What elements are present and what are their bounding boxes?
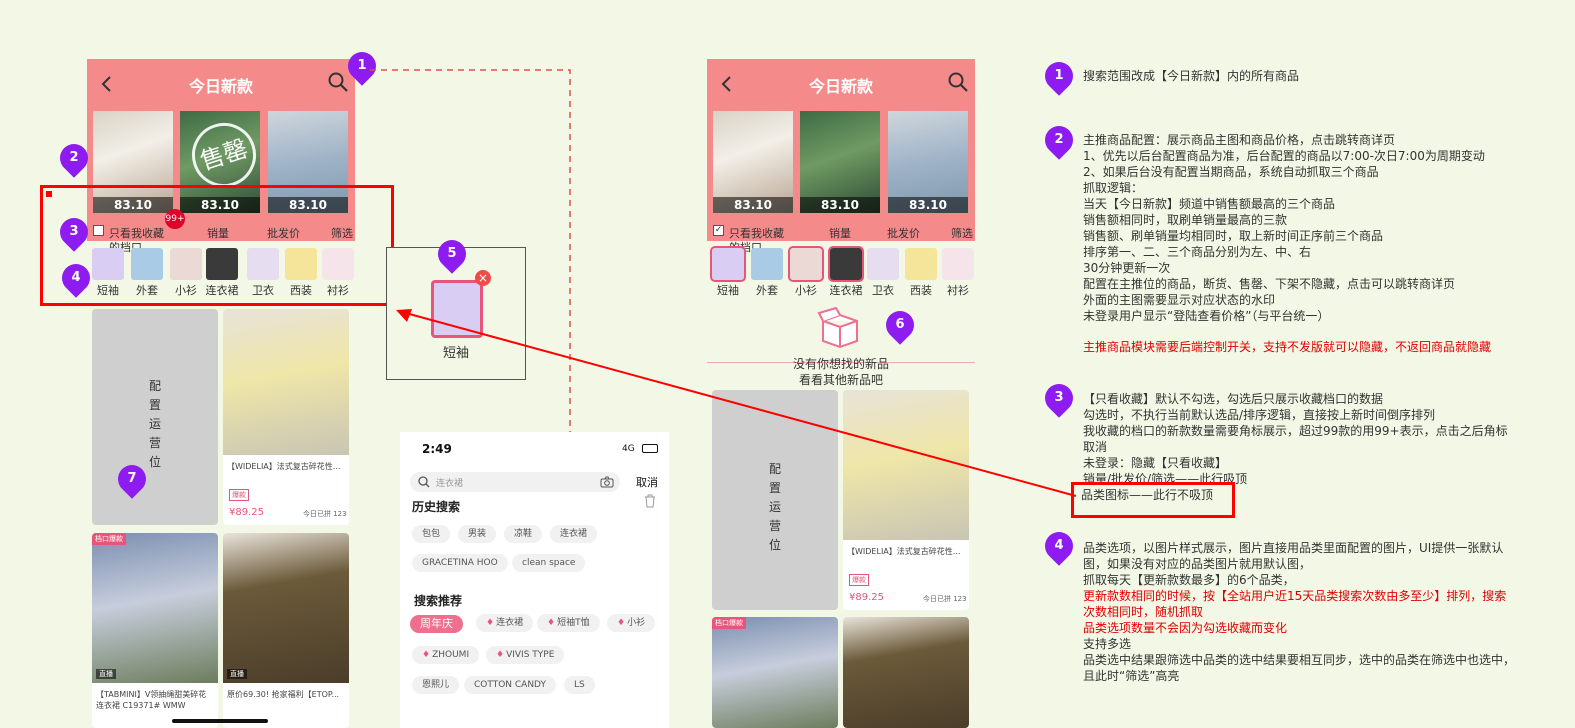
fire-icon: ♦ (547, 618, 556, 628)
product-price: ¥89.25 (229, 507, 264, 518)
page-title: 今日新款 (188, 77, 253, 96)
recommend-chip[interactable]: COTTON CANDY (464, 676, 556, 694)
hero-price: 83.10 (888, 197, 968, 213)
annotation-arrow (396, 309, 1077, 497)
product-card[interactable]: 档口爆款 (712, 617, 838, 728)
promo-label: 配置运营位 (148, 379, 161, 469)
recommend-chip[interactable]: 恩熙儿 (412, 676, 460, 694)
search-icon[interactable] (947, 71, 969, 93)
note-4-red: 更新款数相同的时候，按【全站用户近15天品类搜索次数由多至少】排列，搜索 次数相… (1083, 589, 1507, 635)
history-chip[interactable]: GRACETINA HOO (412, 554, 508, 572)
home-indicator (172, 719, 268, 723)
product-card[interactable]: 档口爆款 直播 【TABMINI】V领抽绳甜美碎花连衣裙 C19371# WMW (92, 533, 218, 728)
product-title: 【TABMINI】V领抽绳甜美碎花连衣裙 C19371# WMW (96, 690, 207, 710)
note-4b: 支持多选 品类选中结果跟筛选中品类的选中结果要相互同步，选中的品类在筛选中也选中… (1083, 637, 1516, 683)
page-title: 今日新款 (808, 77, 873, 96)
live-badge: 直播 (96, 669, 116, 679)
category-item-selected[interactable]: 连衣裙 (828, 246, 864, 300)
remove-icon[interactable]: × (475, 270, 491, 286)
annotation-highlight-box (40, 185, 394, 306)
category-item-selected[interactable]: 小衫 (788, 246, 824, 300)
sort-price[interactable]: 批发价 (887, 225, 920, 241)
history-chip[interactable]: 包包 (412, 525, 451, 543)
product-tag: 爆款 (229, 489, 249, 501)
hero-price: 83.10 (713, 197, 793, 213)
note-1: 搜索范围改成【今日新款】内的所有商品 (1083, 69, 1300, 83)
product-title: 【WIDELIA】法式复古碎花性... (847, 547, 961, 556)
stall-hot-tag: 档口爆款 (712, 617, 746, 629)
history-chip[interactable]: 男装 (458, 525, 497, 543)
pin-7: 7 (112, 459, 152, 499)
pin-2: 2 (54, 138, 94, 178)
product-card[interactable] (843, 617, 969, 728)
hero-product-3[interactable]: 83.10 (888, 111, 968, 213)
fire-icon: ♦ (422, 650, 431, 660)
recommend-chip[interactable]: ♦ ZHOUMI (412, 646, 480, 664)
recommend-chip[interactable]: ♦ 连衣裙 (476, 614, 534, 632)
category-row: 短袖 外套 小衫 连衣裙 卫衣 西装 衬衫 (707, 246, 975, 300)
category-item[interactable]: 衬衫 (940, 248, 975, 300)
fire-icon: ♦ (617, 618, 626, 628)
pin-3: 3 (54, 212, 94, 252)
pin-5: 5 (432, 234, 472, 274)
pin-4-note: 4 (1039, 526, 1079, 566)
product-price: ¥89.25 (849, 592, 884, 603)
live-badge: 直播 (227, 669, 247, 679)
annotation-dot (46, 191, 52, 197)
product-card[interactable]: 【WIDELIA】法式复古碎花性... 爆款 ¥89.25 今日已拼 123 (223, 309, 349, 525)
history-chip[interactable]: 凉鞋 (504, 525, 543, 543)
note-3-box-text: 品类图标——此行不吸顶 (1081, 488, 1214, 502)
note-2: 主推商品配置：展示商品主图和商品价格，点击跳转商详页 1、优先以后台配置商品为准… (1083, 133, 1485, 323)
recommend-chip-highlight[interactable]: 周年庆 (410, 615, 463, 633)
search-icon[interactable] (327, 71, 349, 93)
fire-icon: ♦ (496, 650, 505, 660)
category-item[interactable]: 西装 (903, 248, 939, 300)
recommend-title: 搜索推荐 (414, 594, 463, 608)
note-2-red: 主推商品模块需要后端控制开关，支持不发版就可以隐藏，不返回商品就隐藏 (1083, 340, 1492, 354)
note-3: 【只看收藏】默认不勾选，勾选后只展示收藏档口的数据 勾选时，不执行当前默认选品/… (1083, 392, 1508, 486)
phone-mockup-left: 今日新款 83.10 售罄 83.10 83.10 只看我收藏 的档口 销量 批… (87, 59, 355, 728)
product-title: 【WIDELIA】法式复古碎花性... (227, 462, 341, 471)
category-item-selected[interactable]: 短袖 (710, 246, 746, 300)
product-meta: 今日已拼 123 (303, 510, 347, 518)
filter-button[interactable]: 筛选 (951, 225, 973, 241)
note-4a: 品类选项，以图片样式展示，图片直接用品类里面配置的图片，UI提供一张默认 图，如… (1083, 541, 1504, 587)
product-card[interactable]: 直播 原价69.30! 抢家福利【ETOP... (223, 533, 349, 728)
recommend-chip[interactable]: ♦ 短袖T恤 (537, 614, 600, 632)
only-fav-checkbox[interactable]: ✓ (713, 225, 724, 236)
filter-bar: ✓ 只看我收藏 的档口 销量 批发价 筛选 (707, 221, 975, 254)
hero-product-2[interactable]: 83.10 (800, 111, 880, 213)
hero-product-1[interactable]: 83.10 (713, 111, 793, 213)
product-tag: 爆款 (849, 574, 869, 586)
history-chip[interactable]: clean space (512, 554, 586, 572)
recommend-chip[interactable]: ♦ 小衫 (607, 614, 656, 632)
history-chip[interactable]: 连衣裙 (550, 525, 598, 543)
stall-hot-tag: 档口爆款 (92, 533, 126, 545)
category-item[interactable]: 外套 (749, 248, 785, 300)
recommend-chip[interactable]: ♦ VIVIS TYPE (486, 646, 565, 664)
product-title: 原价69.30! 抢家福利【ETOP... (227, 690, 340, 699)
category-item[interactable]: 卫衣 (865, 248, 901, 300)
hero-price: 83.10 (800, 197, 880, 213)
recommend-chip[interactable]: LS (564, 676, 595, 694)
product-meta: 今日已拼 123 (923, 595, 967, 603)
history-title: 历史搜索 (412, 500, 461, 514)
pin-2-note: 2 (1039, 120, 1079, 160)
promo-slot[interactable]: 配置运营位 (92, 309, 218, 525)
header: 今日新款 83.10 83.10 83.10 (707, 59, 975, 241)
fire-icon: ♦ (486, 618, 495, 628)
pin-3-note: 3 (1039, 378, 1079, 418)
sort-sales[interactable]: 销量 (829, 225, 851, 241)
pin-1-note: 1 (1039, 56, 1079, 96)
pin-4: 4 (56, 258, 96, 298)
